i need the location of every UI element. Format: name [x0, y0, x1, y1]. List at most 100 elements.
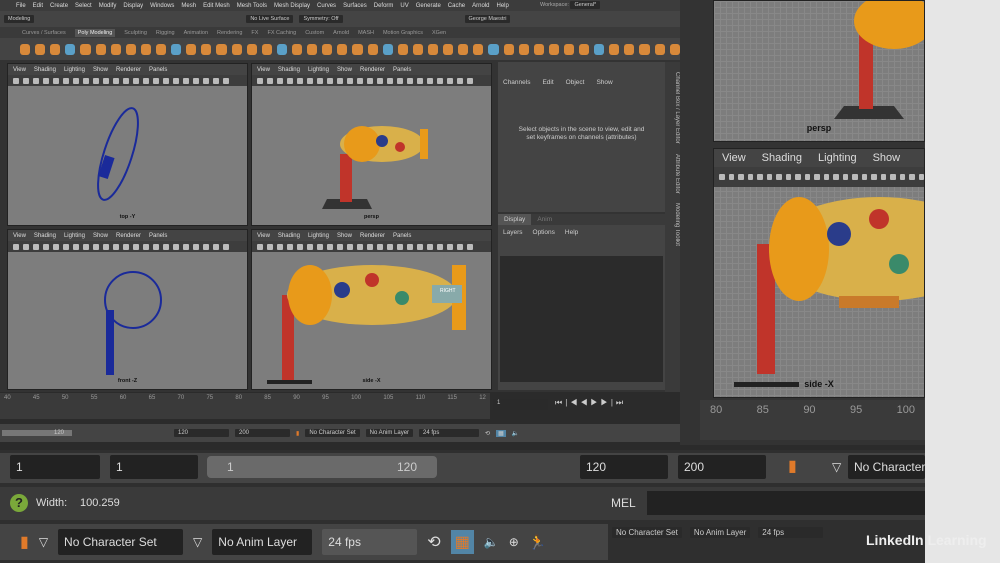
viewport-tool-icon[interactable] [53, 243, 59, 250]
viewport-tool-icon[interactable] [23, 77, 29, 84]
viewport-menu-item[interactable]: Shading [278, 233, 300, 239]
viewport-tool-icon[interactable] [63, 77, 69, 84]
viewport-menu-item[interactable]: Show [337, 233, 352, 239]
fps-dropdown[interactable]: 24 fps [419, 429, 480, 437]
viewport-persp[interactable]: View Shading Lighting Show Renderer Panels pe… [251, 63, 492, 226]
shelf-tool-icon[interactable] [110, 43, 121, 55]
viewport-tool-icon[interactable] [113, 77, 119, 84]
viewport-tool-icon[interactable] [223, 77, 229, 84]
viewport-tool-icon[interactable] [457, 243, 463, 250]
viewport-menu-item[interactable]: Shading [34, 233, 56, 239]
viewport-tool-icon[interactable] [804, 174, 810, 180]
viewport-tool-icon[interactable] [367, 77, 373, 84]
viewport-tool-icon[interactable] [417, 243, 423, 250]
side-tab[interactable]: Modeling Toolkit [665, 203, 680, 246]
viewport-tool-icon[interactable] [776, 174, 782, 180]
anim-end-field[interactable]: 200 [678, 455, 766, 479]
shelf-tool-icon[interactable] [624, 43, 635, 55]
viewport-tool-icon[interactable] [437, 243, 443, 250]
viewport-menu-item[interactable]: Show [93, 67, 108, 73]
loop-icon[interactable]: ⟲ [485, 430, 490, 437]
viewport-tool-icon[interactable] [852, 174, 858, 180]
viewport-tool-icon[interactable] [163, 243, 169, 250]
shelf-tool-icon[interactable] [563, 43, 575, 55]
loop-icon[interactable]: ⟲ [427, 532, 440, 552]
menu-item-help[interactable]: Help [496, 3, 508, 9]
fps-dropdown[interactable]: 24 fps [322, 529, 418, 555]
viewport-menu-item[interactable]: Renderer [116, 233, 141, 239]
viewport-tool-icon[interactable] [113, 243, 119, 250]
viewport-tool-icon[interactable] [183, 77, 189, 84]
shelf-tab[interactable]: Custom [305, 30, 324, 36]
viewport-tool-icon[interactable] [327, 77, 333, 84]
layer-menu-item[interactable]: Help [565, 229, 578, 236]
live-surface-field[interactable]: No Live Surface [246, 15, 294, 23]
viewport-tool-icon[interactable] [833, 174, 839, 180]
viewport-tool-icon[interactable] [23, 243, 29, 250]
viewport-tool-icon[interactable] [287, 77, 293, 84]
shelf-tab[interactable]: Curves / Surfaces [22, 30, 66, 36]
help-icon[interactable]: ? [10, 494, 28, 512]
menu-item-file[interactable]: File [16, 3, 26, 9]
viewport-tool-icon[interactable] [467, 243, 473, 250]
shelf-tool-icon[interactable] [397, 43, 408, 55]
cache-playback-icon[interactable]: ▦ [450, 530, 474, 554]
viewport-tool-icon[interactable] [193, 243, 199, 250]
cache-playback-icon[interactable]: ▦ [496, 429, 506, 437]
viewport-tool-icon[interactable] [173, 243, 179, 250]
shelf-tool-icon[interactable] [125, 43, 136, 55]
menu-item-mesh[interactable]: Mesh [181, 3, 196, 9]
auto-key-icon[interactable]: ▮ [296, 430, 299, 437]
user-account-button[interactable]: George Maestri [464, 15, 511, 23]
shelf-tool-icon[interactable] [261, 43, 272, 55]
viewport-tool-icon[interactable] [13, 77, 19, 84]
viewport-tool-icon[interactable] [447, 243, 453, 250]
viewport-tool-icon[interactable] [317, 243, 323, 250]
viewport-tool-icon[interactable] [795, 174, 801, 180]
shelf-tool-icon[interactable] [231, 43, 242, 55]
dropdown-arrow-icon[interactable]: ▽ [832, 460, 841, 474]
viewport-tool-icon[interactable] [103, 243, 109, 250]
viewport-menu-item[interactable]: Renderer [360, 233, 385, 239]
menu-item-uv[interactable]: UV [400, 3, 408, 9]
character-set-dropdown[interactable]: No Character Set [612, 526, 682, 538]
workspace-value[interactable]: General* [570, 1, 601, 9]
anim-layer-dropdown[interactable]: No Anim Layer [689, 526, 751, 538]
viewport-tool-icon[interactable] [417, 77, 423, 84]
shelf-tool-icon[interactable] [579, 43, 590, 55]
viewport-tool-icon[interactable] [123, 243, 129, 250]
viewport-tool-icon[interactable] [387, 77, 393, 84]
playback-end-field[interactable]: 120 [174, 429, 229, 437]
viewport-tool-icon[interactable] [83, 243, 89, 250]
shelf-tool-icon[interactable] [216, 43, 227, 55]
channel-box-menu-item[interactable]: Show [596, 79, 612, 86]
viewport-tool-icon[interactable] [377, 243, 383, 250]
viewport-tool-icon[interactable] [213, 243, 219, 250]
viewport-tool-icon[interactable] [223, 243, 229, 250]
auto-key-icon[interactable]: ▮ [788, 456, 797, 476]
viewport-tool-icon[interactable] [347, 77, 353, 84]
anim-layer-dropdown[interactable]: No Anim Layer [212, 529, 313, 555]
shelf-tab[interactable]: Rendering [217, 30, 242, 36]
shelf-tool-icon[interactable] [140, 43, 151, 55]
shelf-tool-icon[interactable] [246, 43, 257, 55]
menu-item-edit-mesh[interactable]: Edit Mesh [203, 3, 230, 9]
playback-start-field[interactable]: 1 [110, 455, 198, 479]
viewport-tool-icon[interactable] [871, 174, 877, 180]
viewport-tool-icon[interactable] [387, 243, 393, 250]
sound-icon[interactable]: 🔈 [484, 535, 499, 549]
shelf-tool-icon[interactable] [503, 43, 514, 55]
shelf-tool-icon[interactable] [669, 43, 680, 55]
shelf-tool-icon[interactable] [186, 43, 197, 55]
viewport-menu-item[interactable]: View [13, 233, 26, 239]
viewport-tool-icon[interactable] [407, 243, 413, 250]
shelf-tool-icon[interactable] [609, 43, 620, 55]
shelf-tool-icon[interactable] [50, 43, 61, 55]
viewport-tool-icon[interactable] [13, 243, 19, 250]
viewport-tool-icon[interactable] [143, 243, 149, 250]
viewport-tool-icon[interactable] [357, 243, 363, 250]
viewport-menu-item[interactable]: Shading [278, 67, 300, 73]
viewport-tool-icon[interactable] [33, 77, 39, 84]
viewport-tool-icon[interactable] [183, 243, 189, 250]
anim-prefs-icon[interactable]: 🏃 [529, 534, 546, 551]
